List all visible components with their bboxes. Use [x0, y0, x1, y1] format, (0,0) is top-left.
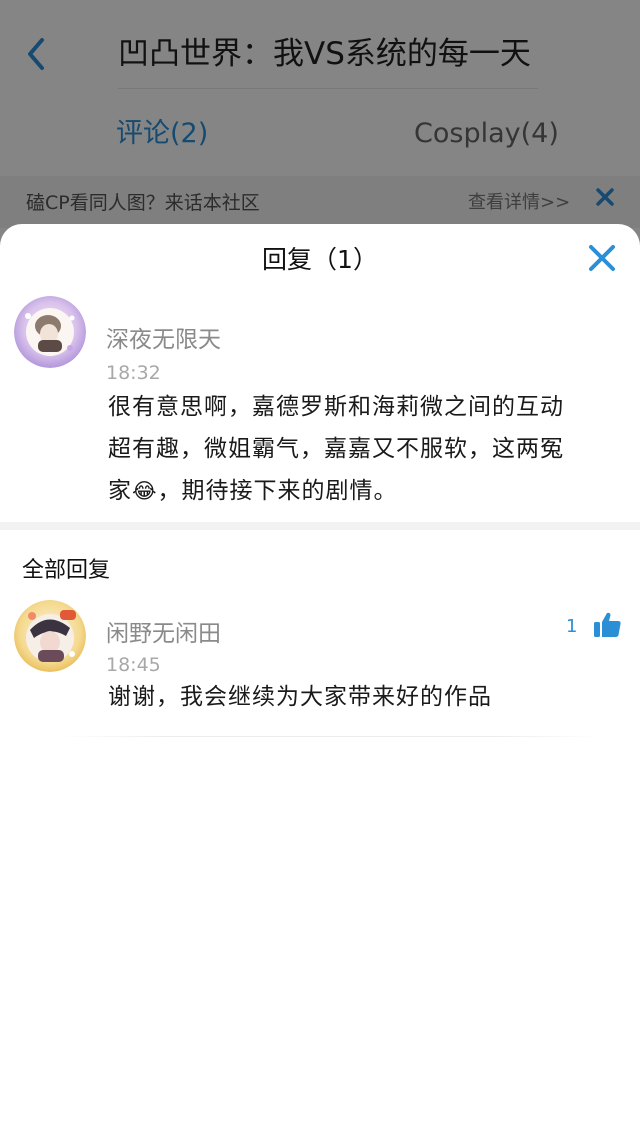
replier-name[interactable]: 闲野无闲田	[106, 614, 221, 648]
reply-divider	[60, 736, 600, 737]
section-divider	[0, 522, 640, 530]
comment-text-line: 超有趣，微姐霸气，嘉嘉又不服软，这两冤	[108, 436, 564, 462]
reply-text: 谢谢，我会继续为大家带来好的作品	[108, 684, 492, 710]
avatar[interactable]	[14, 600, 86, 672]
comment-time: 18:32	[106, 362, 161, 384]
reply-sheet: 回复（1） 深夜无限天 18:32 很有意思啊，嘉德罗斯和海莉微之间的互动 超有…	[0, 224, 640, 1137]
thumbs-up-icon	[594, 612, 621, 637]
laughing-emoji-icon: 😂	[132, 479, 158, 503]
like-count: 1	[566, 616, 578, 637]
user-avatar-image	[14, 296, 86, 368]
comment-text-line: 很有意思啊，嘉德罗斯和海莉微之间的互动	[108, 394, 564, 420]
user-avatar-image	[14, 600, 86, 672]
avatar[interactable]	[14, 296, 86, 368]
all-replies-heading: 全部回复	[22, 558, 111, 583]
close-icon	[589, 245, 615, 271]
comment-text: 很有意思啊，嘉德罗斯和海莉微之间的互动 超有趣，微姐霸气，嘉嘉又不服软，这两冤 …	[108, 386, 628, 512]
commenter-name[interactable]: 深夜无限天	[106, 320, 221, 354]
page: 凹凸世界：我VS系统的每一天 评论(2) Cosplay(4) 磕CP看同人图？…	[0, 0, 640, 1137]
sheet-title: 回复（1）	[262, 245, 378, 274]
comment-text-line: 家😂，期待接下来的剧情。	[108, 470, 628, 512]
comment-text-fragment: ，期待接下来的剧情。	[157, 478, 398, 504]
modal-overlay[interactable]	[0, 0, 640, 260]
reply-time: 18:45	[106, 654, 161, 676]
comment-text-fragment: 家	[108, 478, 132, 504]
sheet-close-button[interactable]	[586, 242, 618, 274]
like-button[interactable]	[592, 610, 622, 640]
